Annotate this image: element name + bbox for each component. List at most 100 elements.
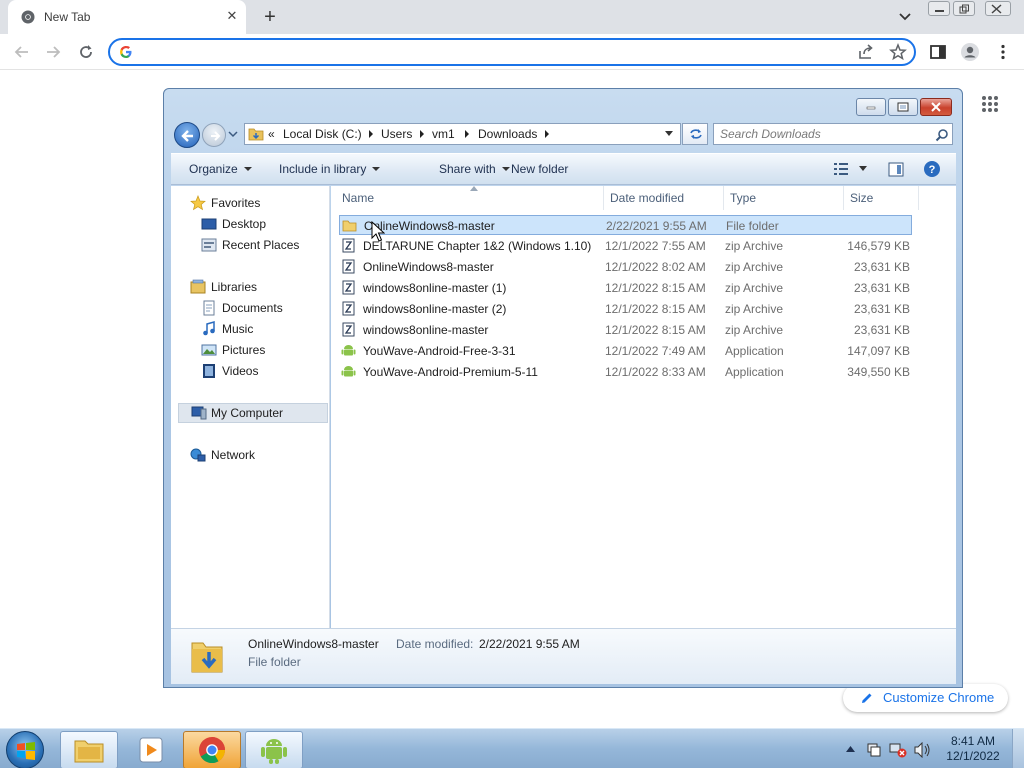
breadcrumb-downloads[interactable]: Downloads [478,127,537,141]
taskbar-chrome-button[interactable] [183,731,241,768]
file-row[interactable]: OnlineWindows8-master 12/1/2022 8:02 AM zi… [339,257,912,277]
file-row[interactable]: YouWave-Android-Free-3-31 12/1/2022 7:49 … [339,341,912,361]
search-input[interactable] [720,126,925,142]
search-icon[interactable] [935,128,949,142]
folder-icon [342,220,357,232]
file-date: 12/1/2022 8:15 AM [605,323,706,337]
help-icon[interactable]: ? [923,160,941,178]
back-arrow-icon [181,130,193,142]
taskbar-android-app-button[interactable] [245,731,303,768]
file-row[interactable]: YouWave-Android-Premium-5-11 12/1/2022 8:… [339,362,912,382]
action-center-flag-icon[interactable] [866,742,882,758]
breadcrumb-separator-icon[interactable] [418,129,426,139]
explorer-maximize-button[interactable] [888,98,918,116]
column-label: Date modified [610,191,685,205]
details-pane: OnlineWindows8-master Date modified: 2/2… [171,628,956,684]
tab-close-icon[interactable]: ✕ [224,8,240,24]
preview-pane-icon[interactable] [888,162,904,177]
taskbar-media-player-button[interactable] [122,731,180,768]
volume-icon[interactable] [914,742,931,758]
close-window-button[interactable] [985,1,1011,16]
column-header-type[interactable]: Type [724,186,844,210]
address-bar[interactable] [108,38,916,66]
chevron-down-icon[interactable] [897,8,913,24]
breadcrumb-overflow[interactable]: « [268,127,275,141]
caret-down-icon [501,167,510,171]
details-item-name: OnlineWindows8-master [248,637,379,651]
taskbar-explorer-button[interactable] [60,731,118,768]
nav-label: Network [211,448,256,462]
pencil-icon [862,693,872,703]
file-type: Application [725,344,784,358]
include-in-library-menu[interactable]: Include in library [279,162,381,176]
breadcrumb-separator-icon[interactable] [367,129,375,139]
view-options-dropdown-icon[interactable] [859,166,867,172]
tab-title: New Tab [44,10,91,24]
file-type: zip Archive [725,302,784,316]
column-header-size[interactable]: Size [844,186,919,210]
file-row[interactable]: windows8online-master 12/1/2022 8:15 AM zi… [339,320,912,340]
star-icon [190,195,206,211]
back-arrow-icon[interactable] [12,42,32,62]
side-panel-icon[interactable] [928,42,948,62]
breadcrumb-vm1[interactable]: vm1 [432,127,455,141]
address-history-dropdown-icon[interactable] [664,130,674,138]
reload-icon[interactable] [76,42,96,62]
taskbar-clock[interactable]: 8:41 AM 12/1/2022 [940,734,1006,764]
breadcrumb-separator-icon[interactable] [463,129,471,139]
clock-time: 8:41 AM [950,734,996,748]
android-icon [261,739,287,764]
share-with-menu[interactable]: Share with [439,162,510,176]
share-icon[interactable] [856,42,876,62]
explorer-minimize-button[interactable] [856,98,886,116]
show-hidden-icons-icon[interactable] [846,745,855,753]
file-name: DELTARUNE Chapter 1&2 (Windows 1.10) [363,239,592,253]
explorer-forward-button[interactable] [202,123,226,147]
explorer-address-bar[interactable]: « Local Disk (C:) Users vm1 Downloads [244,123,681,145]
google-apps-icon[interactable] [981,95,999,113]
clock-date: 12/1/2022 [946,749,1000,763]
bookmark-star-icon[interactable] [888,42,908,62]
breadcrumb-separator-icon[interactable] [543,129,551,139]
recent-pages-dropdown-icon[interactable] [228,129,238,139]
network-disconnected-icon[interactable] [889,742,907,758]
customize-chrome-button[interactable]: Customize Chrome [843,684,1008,712]
show-desktop-button[interactable] [1012,729,1024,768]
desktop-icon [201,218,217,230]
new-tab-button[interactable]: + [259,6,281,28]
forward-arrow-icon[interactable] [43,42,63,62]
folder-icon [191,642,223,673]
new-folder-button[interactable]: New folder [511,162,568,176]
omnibox-input[interactable] [142,43,842,61]
zip-icon [342,301,355,316]
column-header-name[interactable]: Name [336,186,604,210]
nav-item-my-computer[interactable]: My Computer [178,403,328,423]
zip-icon [342,259,355,274]
column-header-date-modified[interactable]: Date modified [604,186,724,210]
nav-label: Documents [222,301,283,315]
nav-label: Videos [222,364,259,378]
file-row[interactable]: windows8online-master (1) 12/1/2022 8:15 … [339,278,912,298]
share-with-label: Share with [439,162,496,176]
mouse-cursor-icon [371,221,385,242]
start-button[interactable] [6,731,44,768]
explorer-search-box[interactable] [713,123,953,145]
minimize-button[interactable] [928,1,950,16]
file-row[interactable]: DELTARUNE Chapter 1&2 (Windows 1.10) 12/1… [339,236,912,256]
explorer-refresh-button[interactable] [682,123,708,145]
restore-button[interactable] [953,1,975,16]
profile-avatar-icon[interactable] [960,42,980,62]
breadcrumb-local-disk[interactable]: Local Disk (C:) [283,127,362,141]
change-view-icon[interactable] [833,162,849,176]
explorer-back-button[interactable] [174,122,200,148]
windows-logo-icon [17,742,35,760]
file-row[interactable]: windows8online-master (2) 12/1/2022 8:15 … [339,299,912,319]
file-row[interactable]: OnlineWindows8-master 2/22/2021 9:55 AM Fi… [339,215,912,235]
kebab-menu-icon[interactable] [993,42,1013,62]
tab-new-tab[interactable]: New Tab ✕ [8,0,246,34]
breadcrumb-users[interactable]: Users [381,127,412,141]
navigation-pane: Favorites Desktop Recent Places Librarie… [171,186,330,628]
explorer-close-button[interactable] [920,98,952,116]
organize-menu[interactable]: Organize [189,162,252,176]
chrome-toolbar [0,34,1024,70]
